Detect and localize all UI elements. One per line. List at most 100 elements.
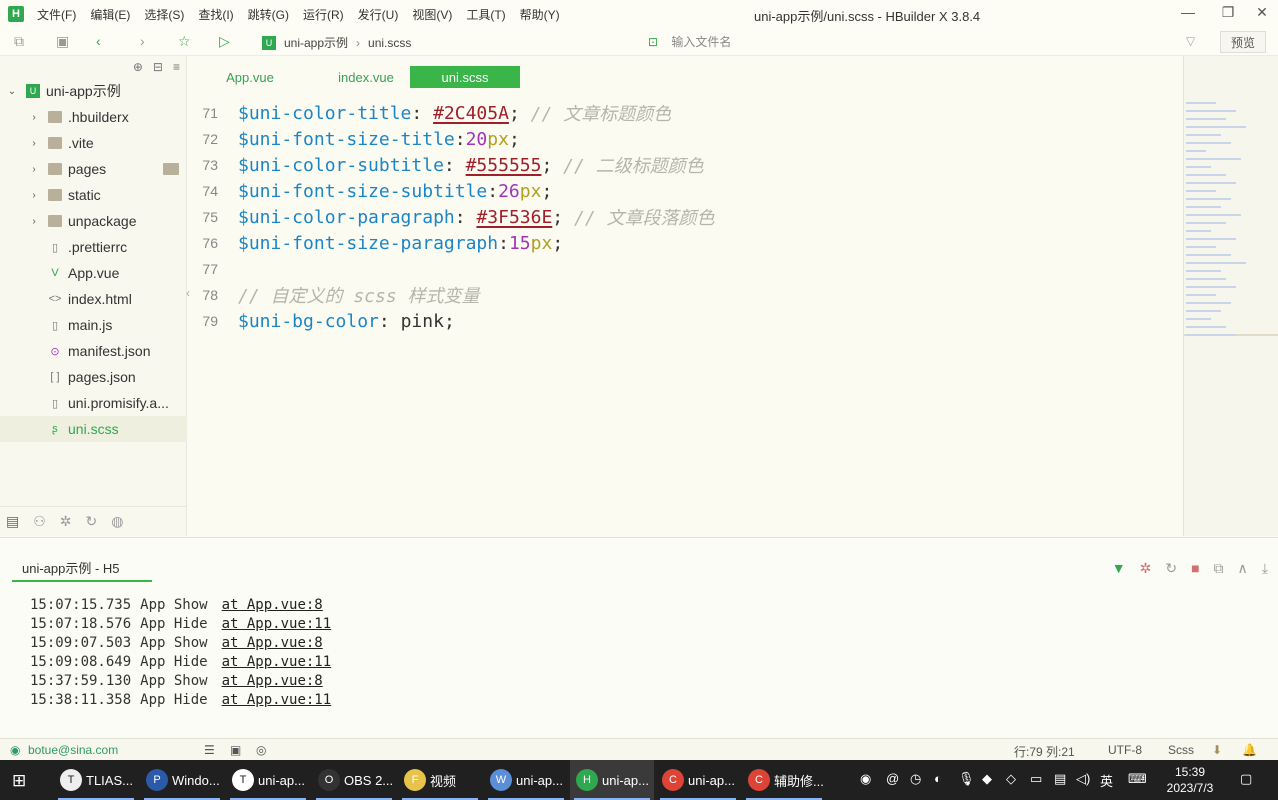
- sidebar-item[interactable]: ▯ uni.promisify.a...: [0, 390, 187, 416]
- log-source-link[interactable]: at App.vue:8: [222, 673, 323, 692]
- tray-obs-icon[interactable]: ◐: [934, 771, 942, 786]
- menu-item[interactable]: 发行(U): [358, 6, 399, 23]
- close-panel-icon[interactable]: ⤓: [1262, 560, 1268, 577]
- preview-button[interactable]: 预览: [1220, 31, 1266, 53]
- sidebar-item[interactable]: › static: [0, 182, 187, 208]
- chevron-right-icon[interactable]: ›: [28, 190, 40, 201]
- download-icon[interactable]: ⬇: [1212, 743, 1222, 757]
- taskbar-item[interactable]: Huni-ap...: [570, 760, 654, 800]
- tray-clock-icon[interactable]: ◷: [910, 771, 921, 787]
- sidebar-item[interactable]: › unpackage: [0, 208, 187, 234]
- cloud-tab-icon[interactable]: ↻: [86, 513, 98, 530]
- project-tab-icon[interactable]: ▤: [6, 513, 19, 530]
- battery-icon[interactable]: ▭: [1030, 771, 1042, 787]
- volume-icon[interactable]: ◁): [1076, 771, 1090, 787]
- sidebar-item[interactable]: › .hbuilderx: [0, 104, 187, 130]
- editor-tab[interactable]: index.vue: [312, 66, 420, 88]
- security-icon[interactable]: ◆: [982, 771, 992, 787]
- sidebar-item[interactable]: › .vite: [0, 130, 187, 156]
- breadcrumb-root[interactable]: uni-app示例: [284, 34, 348, 51]
- windows-start-icon[interactable]: ⊞: [12, 771, 26, 791]
- log-source-link[interactable]: at App.vue:11: [222, 616, 332, 635]
- log-source-link[interactable]: at App.vue:8: [222, 635, 323, 654]
- user-account[interactable]: botue@sina.com: [28, 743, 118, 757]
- forward-icon[interactable]: ›: [140, 33, 145, 49]
- star-icon[interactable]: ☆: [178, 33, 191, 50]
- network-icon[interactable]: ▤: [1054, 771, 1066, 787]
- new-file-icon[interactable]: ⧉: [14, 33, 24, 50]
- network-tab-icon[interactable]: ◍: [111, 513, 123, 530]
- run-icon[interactable]: ▷: [219, 33, 230, 50]
- menu-item[interactable]: 编辑(E): [90, 6, 130, 23]
- more-menu-icon[interactable]: ≡: [173, 60, 180, 74]
- taskbar-item[interactable]: Wuni-ap...: [484, 760, 568, 800]
- menu-item[interactable]: 视图(V): [412, 6, 452, 23]
- taskbar-item[interactable]: F 视频: [398, 760, 482, 800]
- menu-item[interactable]: 查找(I): [198, 6, 233, 23]
- back-icon[interactable]: ‹: [96, 33, 101, 49]
- stop-icon[interactable]: ■: [1191, 560, 1199, 577]
- taskbar-item[interactable]: P Windo...: [140, 760, 224, 800]
- cursor-position[interactable]: 行:79 列:21: [1014, 743, 1075, 760]
- code-line[interactable]: 77: [188, 256, 238, 282]
- code-line[interactable]: 72 $uni-font-size-title:20 px;: [188, 126, 519, 152]
- vue-devtools-icon[interactable]: ▼: [1112, 560, 1126, 577]
- breadcrumb-file[interactable]: uni.scss: [368, 36, 411, 50]
- chevron-down-icon[interactable]: ⌄: [6, 86, 18, 97]
- plugin-tab-icon[interactable]: ⚇: [33, 513, 46, 530]
- menu-item[interactable]: 跳转(G): [248, 6, 289, 23]
- taskbar-item[interactable]: O OBS 2...: [312, 760, 396, 800]
- sidebar-item[interactable]: ▯ .prettierrc: [0, 234, 187, 260]
- sidebar-item[interactable]: ʂ uni.scss: [0, 416, 187, 442]
- maximize-panel-icon[interactable]: ∧: [1238, 560, 1248, 577]
- system-clock[interactable]: 15:39 2023/7/3: [1160, 764, 1220, 796]
- microphone-icon[interactable]: 🎙: [958, 771, 975, 787]
- code-line[interactable]: 71 $uni-color-title: #2C405A; // 文章标题颜色: [188, 100, 671, 126]
- tray-app-icon[interactable]: ◉: [860, 771, 871, 787]
- taskbar-item[interactable]: Cuni-ap...: [656, 760, 740, 800]
- minimize-icon[interactable]: —: [1178, 4, 1198, 20]
- console-tab[interactable]: uni-app示例 - H5: [12, 558, 152, 582]
- file-search-input[interactable]: ⊡ 输入文件名: [648, 33, 731, 50]
- taskbar-item[interactable]: C 辅助修...: [742, 760, 826, 800]
- taskbar-item[interactable]: Tuni-ap...: [226, 760, 310, 800]
- chevron-right-icon[interactable]: ›: [28, 112, 40, 123]
- debug-icon[interactable]: ✲: [1140, 560, 1152, 577]
- chevron-right-icon[interactable]: ›: [28, 216, 40, 227]
- menu-item[interactable]: 选择(S): [144, 6, 184, 23]
- code-line[interactable]: 73 $uni-color-subtitle: #555555; // 二级标题颜…: [188, 152, 703, 178]
- code-line[interactable]: 78// 自定义的 scss 样式变量: [188, 282, 479, 308]
- bell-icon[interactable]: 🔔: [1242, 743, 1257, 757]
- editor-tab[interactable]: App.vue: [188, 66, 312, 88]
- sidebar-item[interactable]: › pages: [0, 156, 187, 182]
- minimap[interactable]: [1183, 56, 1278, 536]
- plugin-icon[interactable]: ◎: [256, 743, 266, 757]
- open-folder-icon[interactable]: [163, 163, 179, 175]
- collapse-panel-icon[interactable]: ‹: [186, 286, 200, 308]
- encoding[interactable]: UTF-8: [1108, 743, 1142, 757]
- restart-icon[interactable]: ↻: [1165, 560, 1177, 577]
- list-icon[interactable]: ☰: [204, 743, 215, 757]
- notification-icon[interactable]: ▢: [1240, 771, 1252, 787]
- code-line[interactable]: 79 $uni-bg-color: pink;: [188, 308, 454, 334]
- sidebar-item[interactable]: [ ] pages.json: [0, 364, 187, 390]
- menu-item[interactable]: 工具(T): [466, 6, 505, 23]
- sidebar-item[interactable]: ▯ main.js: [0, 312, 187, 338]
- menu-item[interactable]: 运行(R): [303, 6, 344, 23]
- keyboard-icon[interactable]: ⌨: [1128, 771, 1147, 787]
- log-source-link[interactable]: at App.vue:8: [222, 597, 323, 616]
- menu-item[interactable]: 帮助(Y): [520, 6, 560, 23]
- language-mode[interactable]: Scss: [1168, 743, 1194, 757]
- open-external-icon[interactable]: ⧉: [1214, 560, 1224, 577]
- sidebar-item[interactable]: <> index.html: [0, 286, 187, 312]
- tray-at-icon[interactable]: @: [886, 771, 899, 786]
- sidebar-item[interactable]: V App.vue: [0, 260, 187, 286]
- save-icon[interactable]: ▣: [56, 33, 69, 50]
- chevron-right-icon[interactable]: ›: [28, 164, 40, 175]
- sidebar-item[interactable]: ⊙ manifest.json: [0, 338, 187, 364]
- locate-icon[interactable]: ⊕: [133, 60, 143, 74]
- log-source-link[interactable]: at App.vue:11: [222, 654, 332, 673]
- collapse-all-icon[interactable]: ⊟: [153, 60, 163, 74]
- maximize-icon[interactable]: ❐: [1218, 4, 1238, 21]
- tray-diamond-icon[interactable]: ◇: [1006, 771, 1016, 787]
